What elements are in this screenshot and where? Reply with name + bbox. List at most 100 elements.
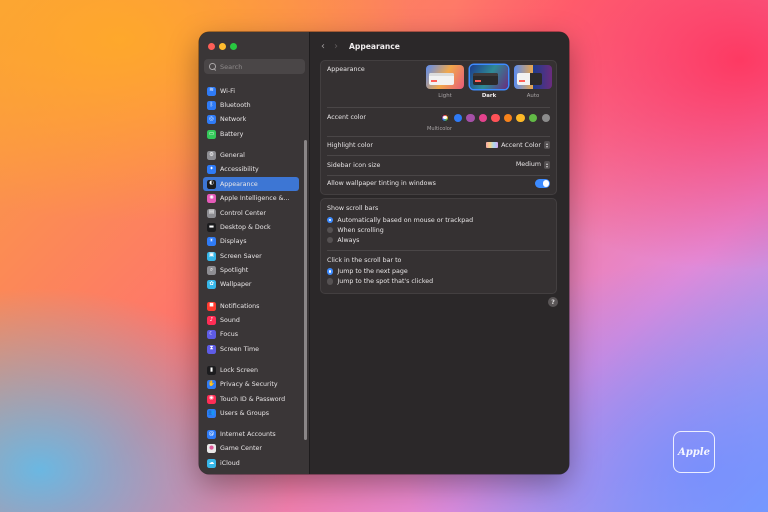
accent-color-swatch[interactable]	[466, 113, 475, 122]
back-chevron-icon[interactable]: ‹	[321, 41, 325, 52]
wallpaper-icon: ✿	[207, 280, 216, 290]
show-scroll-bars-option[interactable]: Always	[321, 235, 556, 245]
sidebar-item-desktop-dock[interactable]: ▬ Desktop & Dock	[203, 220, 299, 234]
search-input[interactable]	[220, 62, 300, 71]
sidebar-item-accessibility[interactable]: ✦ Accessibility	[203, 163, 299, 177]
sidebar-item-icloud[interactable]: ☁ iCloud	[203, 456, 299, 470]
sidebar-section-gap	[203, 356, 299, 363]
sidebar-item-label: Notifications	[220, 302, 260, 310]
show-scroll-bars-option[interactable]: When scrolling	[321, 225, 556, 235]
wallpaper-tinting-row: Allow wallpaper tinting in windows	[321, 175, 556, 194]
spotlight-icon: ⌕	[207, 266, 216, 276]
displays-icon: ☀	[207, 237, 216, 247]
accent-color-swatch[interactable]	[529, 113, 538, 122]
accent-color-swatch[interactable]	[516, 113, 525, 122]
theme-auto-thumbnail	[514, 65, 552, 89]
lock-screen-icon: ▮	[207, 365, 216, 375]
zoom-window-button[interactable]	[230, 43, 237, 50]
show-scroll-bars-option[interactable]: Automatically based on mouse or trackpad	[321, 215, 556, 225]
sidebar-item-battery[interactable]: ▭ Battery	[203, 127, 299, 141]
privacy-hand-icon: ✋	[207, 380, 216, 390]
show-scroll-bars-option-label: When scrolling	[337, 226, 384, 234]
scroll-click-option[interactable]: Jump to the spot that's clicked	[321, 277, 556, 287]
sidebar-item-touch-id-password[interactable]: ◉ Touch ID & Password	[203, 392, 299, 406]
toolbar: ‹ › Appearance	[310, 32, 569, 60]
theme-light-thumbnail	[426, 65, 464, 89]
popup-chevron-icon: ▴ ▾	[544, 141, 550, 149]
sidebar-icon-size-value: Medium	[515, 161, 541, 168]
accent-color-swatch[interactable]	[491, 113, 500, 122]
sidebar-item-wi-fi[interactable]: ≋ Wi-Fi	[203, 84, 299, 98]
help-button[interactable]: ?	[548, 297, 558, 307]
sidebar-item-apple-intelligence[interactable]: ✺ Apple Intelligence &...	[203, 191, 299, 205]
sidebar-item-label: Lock Screen	[220, 366, 259, 374]
sidebar-item-users-groups[interactable]: 👥 Users & Groups	[203, 406, 299, 420]
theme-auto-label: Auto	[526, 93, 540, 99]
radio-button[interactable]	[327, 268, 334, 275]
accent-multicolor-swatch[interactable]	[440, 113, 450, 122]
accent-color-swatch[interactable]	[453, 113, 462, 122]
search-icon	[209, 63, 216, 70]
minimize-window-button[interactable]	[219, 43, 226, 50]
theme-light-option[interactable]: Light	[426, 65, 464, 99]
appearance-settings-group: Appearance Light Dark Auto Accent color …	[320, 60, 557, 195]
sidebar-item-label: General	[220, 151, 245, 159]
divider	[327, 250, 550, 251]
sidebar-icon-size-popup[interactable]: Medium ▴ ▾	[515, 160, 550, 169]
accent-color-swatch[interactable]	[541, 113, 550, 122]
bluetooth-icon: ᛒ	[207, 101, 216, 111]
radio-button[interactable]	[327, 216, 334, 224]
accent-color-swatch[interactable]	[478, 113, 488, 122]
main-pane: ‹ › Appearance Appearance Light Dark Aut…	[310, 32, 569, 474]
close-window-button[interactable]	[208, 43, 215, 50]
sidebar-item-network[interactable]: ◎ Network	[203, 113, 299, 127]
accent-color-swatch[interactable]	[503, 113, 513, 122]
globe-icon: ◎	[207, 115, 216, 125]
sidebar-item-screen-saver[interactable]: ▣ Screen Saver	[203, 249, 299, 263]
sidebar-item-internet-accounts[interactable]: @ Internet Accounts	[203, 427, 299, 441]
sidebar-item-control-center[interactable]: ▤ Control Center	[203, 206, 299, 220]
scroll-click-option[interactable]: Jump to the next page	[321, 267, 556, 277]
theme-options: Light Dark Auto	[426, 65, 552, 99]
sidebar-item-label: Control Center	[220, 209, 266, 217]
sidebar-item-displays[interactable]: ☀ Displays	[203, 235, 299, 249]
sidebar-item-label: Desktop & Dock	[220, 223, 271, 231]
highlight-color-popup[interactable]: Accent Color ▴ ▾	[486, 141, 550, 149]
sidebar-item-lock-screen[interactable]: ▮ Lock Screen	[203, 363, 299, 377]
sidebar-item-wallpaper[interactable]: ✿ Wallpaper	[203, 278, 299, 292]
show-scroll-bars-label: Show scroll bars	[327, 205, 379, 212]
highlight-color-value: Accent Color	[501, 141, 541, 149]
radio-button[interactable]	[327, 278, 334, 285]
sidebar-item-label: Battery	[220, 130, 244, 138]
sidebar-item-privacy-security[interactable]: ✋ Privacy & Security	[203, 377, 299, 391]
sidebar-item-screen-time[interactable]: ⧗ Screen Time	[203, 342, 299, 356]
sidebar-section-gap	[203, 421, 299, 428]
apple-intelligence-icon: ✺	[207, 194, 216, 204]
wallpaper-tinting-toggle[interactable]	[535, 179, 550, 188]
scroll-click-options: Jump to the next page Jump to the spot th…	[321, 267, 556, 287]
sidebar-item-appearance[interactable]: ◐ Appearance	[203, 177, 299, 192]
sidebar-item-bluetooth[interactable]: ᛒ Bluetooth	[203, 98, 299, 112]
sidebar-item-label: iCloud	[220, 459, 240, 467]
radio-button[interactable]	[327, 236, 334, 244]
show-scroll-bars-option-label: Automatically based on mouse or trackpad	[337, 216, 474, 224]
scroll-click-option-label: Jump to the next page	[337, 268, 408, 275]
sidebar-item-spotlight[interactable]: ⌕ Spotlight	[203, 263, 299, 277]
sidebar-nav: ≋ Wi-Fi ᛒ Bluetooth ◎ Network ▭ Battery ⚙ General…	[203, 84, 299, 471]
sidebar-item-notifications[interactable]: ◼ Notifications	[203, 299, 299, 313]
forward-chevron-icon[interactable]: ›	[334, 41, 338, 52]
sidebar-item-label: Sound	[220, 316, 240, 324]
theme-auto-option[interactable]: Auto	[514, 65, 552, 99]
scroll-settings-group: Show scroll bars Automatically based on …	[320, 198, 557, 294]
sidebar-item-game-center[interactable]: ● Game Center	[203, 442, 299, 456]
sidebar-scrollbar[interactable]	[304, 140, 307, 440]
radio-button[interactable]	[327, 226, 334, 234]
sidebar-item-label: Appearance	[220, 180, 258, 188]
sidebar-item-general[interactable]: ⚙ General	[203, 148, 299, 162]
battery-icon: ▭	[207, 129, 216, 139]
theme-dark-option[interactable]: Dark	[470, 65, 508, 99]
sidebar-item-focus[interactable]: ☾ Focus	[203, 328, 299, 342]
sidebar-item-sound[interactable]: ♪ Sound	[203, 313, 299, 327]
highlight-color-label: Highlight color	[327, 142, 373, 149]
search-box[interactable]	[204, 59, 305, 74]
